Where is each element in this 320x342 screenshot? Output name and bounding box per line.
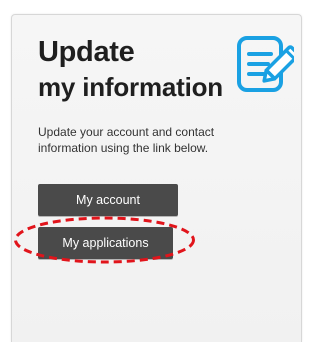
my-account-button[interactable]: My account — [38, 184, 178, 216]
my-applications-button[interactable]: My applications — [38, 227, 173, 259]
card-description: Update your account and contact informat… — [38, 125, 215, 155]
card-subtitle: my information — [38, 72, 223, 102]
card-title: Update — [38, 36, 135, 68]
edit-document-icon — [237, 36, 294, 92]
